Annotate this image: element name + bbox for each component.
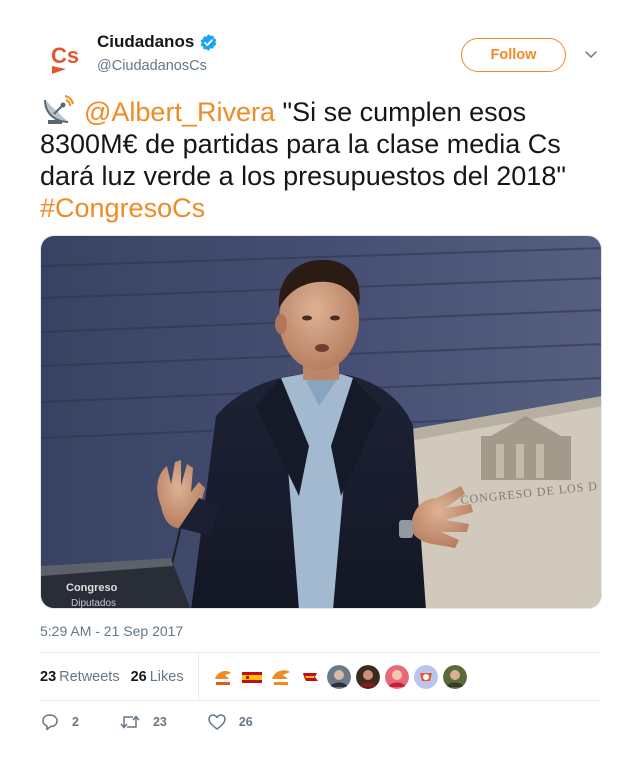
liker-avatar[interactable] <box>297 664 322 689</box>
retweet-icon <box>120 715 140 729</box>
likes-count: 26 <box>130 668 147 685</box>
account-name-row: Ciudadanos <box>97 32 218 52</box>
satellite-antenna-icon <box>40 94 74 126</box>
like-count: 26 <box>238 715 253 729</box>
retweets-count: 23 <box>40 668 57 685</box>
likes-label: Likes <box>149 668 184 685</box>
liker-avatar[interactable] <box>268 664 293 689</box>
follow-button[interactable]: Follow <box>461 38 566 72</box>
account-handle[interactable]: @CiudadanosCs <box>97 58 207 74</box>
avatar-logo-text: Cs <box>51 43 79 68</box>
tweet-text: @Albert_Rivera "Si se cumplen esos 8300M… <box>40 94 600 224</box>
likes-stat[interactable]: 26 Likes <box>131 669 184 685</box>
liker-avatar[interactable] <box>326 664 351 689</box>
like-button[interactable]: 26 <box>207 712 253 732</box>
reply-icon <box>42 714 58 731</box>
tweet-timestamp[interactable]: 5:29 AM - 21 Sep 2017 <box>40 623 183 639</box>
account-avatar[interactable]: Cs <box>40 32 90 82</box>
retweets-stat[interactable]: 23 Retweets <box>40 669 120 685</box>
mention-link[interactable]: @Albert_Rivera <box>84 97 275 127</box>
stats-separator <box>197 653 199 700</box>
retweet-button[interactable]: 23 <box>119 712 167 732</box>
liker-avatar[interactable] <box>442 664 467 689</box>
engagement-stats: 23 Retweets 26 Likes <box>40 653 600 700</box>
tweet-actions: 2 23 26 <box>40 710 293 734</box>
account-name[interactable]: Ciudadanos <box>97 32 194 52</box>
likers-avatars <box>210 664 472 689</box>
stats-bottom-divider <box>40 700 600 701</box>
reply-button[interactable]: 2 <box>40 712 79 732</box>
tweet-photo[interactable]: CONGRESO DE LOS D Congreso Diputados <box>40 235 602 609</box>
liker-avatar[interactable] <box>210 664 235 689</box>
liker-avatar[interactable] <box>413 664 438 689</box>
retweet-count: 23 <box>152 715 167 729</box>
hashtag-link[interactable]: #CongresoCs <box>40 193 205 223</box>
tweet-header: Cs Ciudadanos @CiudadanosCs Follow <box>40 30 600 82</box>
retweets-label: Retweets <box>59 668 120 685</box>
liker-avatar[interactable] <box>239 664 264 689</box>
verified-badge-icon <box>199 33 218 52</box>
liker-avatar[interactable] <box>384 664 409 689</box>
liker-avatar[interactable] <box>355 664 380 689</box>
reply-count: 2 <box>72 715 79 729</box>
chevron-down-icon[interactable] <box>583 46 599 62</box>
heart-icon <box>208 714 226 730</box>
